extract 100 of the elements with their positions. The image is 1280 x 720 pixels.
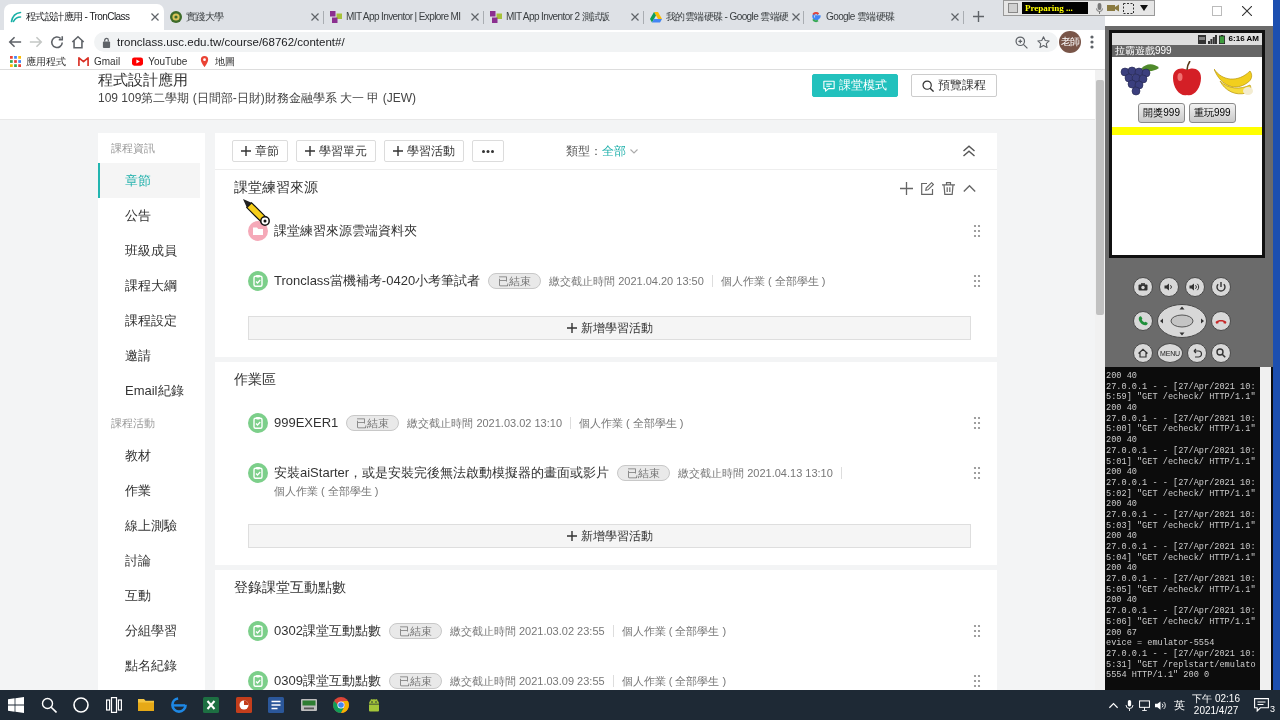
address-field[interactable]: tronclass.usc.edu.tw/course/68762/content#/ (94, 32, 1058, 52)
microphone-icon[interactable] (1123, 699, 1135, 711)
search-icon[interactable] (1211, 343, 1231, 363)
input-method-indicator[interactable]: 英 (1174, 697, 1186, 713)
add-icon[interactable] (900, 181, 913, 195)
page-scrollbar[interactable] (1095, 70, 1105, 690)
browser-icon[interactable] (333, 697, 349, 713)
drag-handle-icon[interactable] (973, 466, 981, 480)
folder-icon[interactable] (138, 697, 154, 713)
sidebar-item[interactable]: 公告 (98, 198, 200, 233)
browser-logo-icon[interactable] (170, 697, 187, 713)
tab-close-icon[interactable] (631, 13, 639, 21)
tab-close-icon[interactable] (471, 13, 479, 21)
add-button[interactable]: 學習單元 (296, 140, 376, 162)
assignment-scope: 個人作業 ( 全部學生 ) (274, 484, 379, 499)
scrollbar-thumb[interactable] (1096, 80, 1104, 315)
sidebar-item[interactable]: 課程設定 (98, 303, 200, 338)
power-icon[interactable] (1211, 277, 1231, 297)
add-button[interactable]: 學習活動 (384, 140, 464, 162)
activity-link[interactable]: Tronclass當機補考-0420小考筆試者 (274, 271, 481, 291)
dpad-icon[interactable] (1157, 304, 1207, 338)
windows-icon[interactable] (8, 697, 24, 713)
trash-icon[interactable] (942, 181, 955, 195)
sidebar-item[interactable]: 邀請 (98, 338, 200, 373)
chat-icon (823, 79, 835, 92)
volume-up-icon[interactable] (1185, 277, 1205, 297)
activity-link[interactable]: 0302課堂互動點數 (274, 621, 381, 641)
new-tab-icon[interactable] (973, 11, 984, 22)
end-call-icon[interactable] (1211, 311, 1231, 331)
drag-handle-icon[interactable] (973, 224, 981, 238)
tab-close-icon[interactable] (311, 13, 319, 21)
back-icon[interactable] (8, 35, 22, 49)
presentation-icon[interactable] (235, 697, 252, 713)
star-icon[interactable] (1037, 35, 1050, 49)
browser-tab[interactable]: 我的雲端硬碟 - Google 雲端硬 (644, 4, 804, 30)
spreadsheet-icon[interactable] (203, 697, 219, 713)
call-icon[interactable] (1133, 311, 1153, 331)
sidebar-item[interactable]: 教材 (98, 438, 200, 473)
add-activity-button[interactable]: 新增學習活動 (248, 316, 971, 340)
network-icon[interactable] (1139, 699, 1151, 711)
search-icon[interactable] (40, 697, 57, 713)
add-activity-button[interactable]: 新增學習活動 (248, 524, 971, 548)
region-select-icon[interactable] (1123, 2, 1134, 14)
double-chevron-up-icon[interactable] (962, 145, 976, 157)
menu-icon[interactable] (1090, 35, 1094, 49)
tab-close-icon[interactable] (151, 13, 159, 21)
home-icon[interactable] (1133, 343, 1153, 363)
browser-tab[interactable]: 實踐大學 (164, 4, 324, 30)
camera-icon[interactable] (1133, 277, 1153, 297)
more-button[interactable] (472, 140, 504, 162)
volume-down-icon[interactable] (1159, 277, 1179, 297)
sidebar-item[interactable]: Email紀錄 (98, 373, 200, 408)
preview-button[interactable]: 預覽課程 (911, 74, 997, 97)
activity-link[interactable]: 999EXER1 (274, 413, 339, 433)
browser-tab[interactable]: Google 雲端硬碟 (804, 4, 964, 30)
app-button[interactable]: 重玩999 (1189, 103, 1236, 123)
plus-icon (305, 146, 315, 156)
status-badge: 已結束 (388, 673, 442, 689)
browser-tab[interactable]: 程式設計應用 - TronClass (4, 4, 164, 30)
video-camera-icon[interactable] (1107, 4, 1119, 12)
terminal-line: 27.0.0.1 - - [27/Apr/2021 10: (1106, 542, 1257, 553)
drag-handle-icon[interactable] (973, 416, 981, 430)
add-button[interactable]: 章節 (232, 140, 288, 162)
reload-icon[interactable] (50, 35, 64, 49)
browser-tab[interactable]: MIT App Inventor 2 測試版 (484, 4, 644, 30)
scrollbar-track[interactable] (1260, 367, 1271, 690)
edit-icon[interactable] (921, 181, 934, 195)
tab-close-icon[interactable] (951, 13, 959, 21)
browser-tab[interactable]: MIT App Inventor | Explore MI (324, 4, 484, 30)
activity-link[interactable]: 安裝aiStarter，或是安裝完後無法啟動模擬器的畫面或影片 (274, 463, 610, 483)
sidebar-item[interactable]: 互動 (98, 578, 200, 613)
sidebar-item[interactable]: 點名紀錄 (98, 648, 200, 683)
activity-link[interactable]: 0309課堂互動點數 (274, 671, 381, 690)
sidebar-item[interactable]: 分組學習 (98, 613, 200, 648)
close-icon[interactable] (1242, 6, 1252, 16)
scanner-icon[interactable] (300, 697, 317, 713)
circle-icon[interactable] (73, 697, 89, 713)
drag-handle-icon[interactable] (973, 674, 981, 688)
bookmark-link[interactable]: YouTube (132, 55, 188, 68)
notification-icon[interactable] (1254, 698, 1269, 712)
task-view-icon[interactable] (105, 697, 122, 713)
activity-link[interactable]: 課堂練習來源雲端資料夾 (274, 221, 417, 241)
sidebar-item[interactable]: 線上測驗 (98, 508, 200, 543)
sidebar-item[interactable]: 討論 (98, 543, 200, 578)
home-icon[interactable] (71, 35, 85, 49)
drag-handle-icon[interactable] (973, 624, 981, 638)
text-document-icon[interactable] (268, 697, 284, 713)
sidebar-item[interactable]: 課程大綱 (98, 268, 200, 303)
speaker-icon[interactable] (1154, 699, 1166, 711)
app-button[interactable]: 開獎999 (1138, 103, 1185, 123)
bookmark-link[interactable]: 應用程式 (10, 55, 66, 68)
zoom-icon[interactable] (1015, 35, 1028, 49)
bookmark-link[interactable]: 地圖 (199, 55, 236, 68)
drag-handle-icon[interactable] (973, 274, 981, 288)
sidebar-item[interactable]: 班級成員 (98, 233, 200, 268)
dropdown-caret-icon[interactable] (1140, 5, 1148, 11)
sidebar-item[interactable]: 作業 (98, 473, 200, 508)
tab-close-icon[interactable] (791, 13, 800, 21)
bookmark-link[interactable]: Gmail (78, 55, 121, 68)
profile-avatar[interactable]: 老師 (1059, 31, 1081, 53)
